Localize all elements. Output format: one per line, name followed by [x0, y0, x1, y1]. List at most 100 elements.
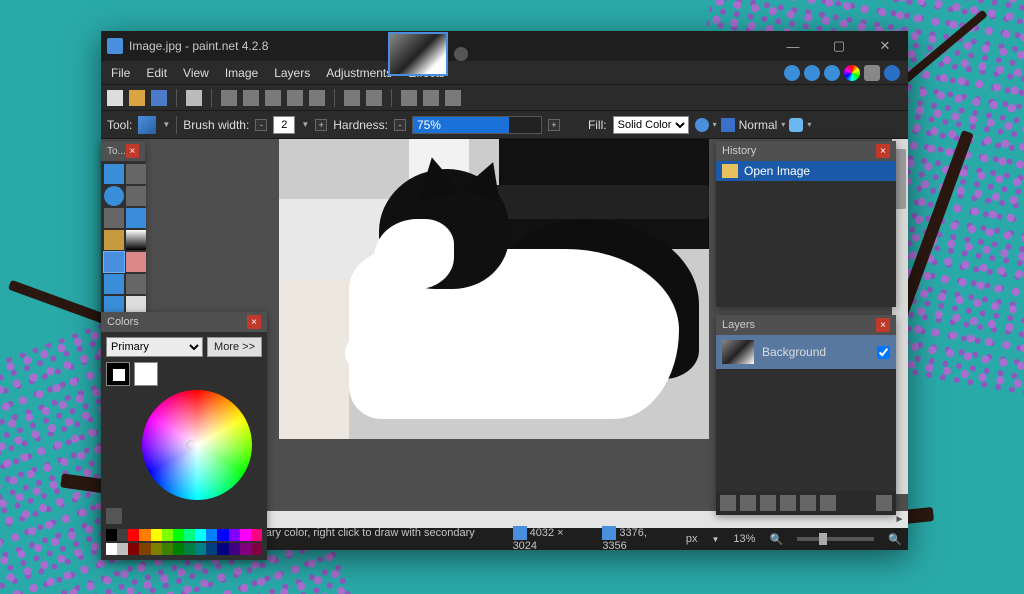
palette-swatch[interactable] — [139, 529, 150, 541]
palette-swatch[interactable] — [117, 543, 128, 555]
tools-panel-close[interactable]: × — [126, 144, 139, 158]
palette-swatch[interactable] — [117, 529, 128, 541]
palette-swatch[interactable] — [206, 529, 217, 541]
move-layer-up-icon[interactable] — [800, 495, 816, 511]
colors-panel[interactable]: Colors× Primary More >> — [101, 312, 267, 560]
pencil-tool[interactable] — [104, 274, 124, 294]
cut-icon[interactable] — [221, 90, 237, 106]
palette-swatch[interactable] — [173, 529, 184, 541]
minimize-button[interactable]: — — [770, 31, 816, 61]
history-panel[interactable]: History× Open Image — [716, 141, 896, 307]
palette-swatch[interactable] — [106, 543, 117, 555]
deselect-icon[interactable] — [309, 90, 325, 106]
move-layer-down-icon[interactable] — [820, 495, 836, 511]
palette-swatch[interactable] — [217, 529, 228, 541]
hardness-plus[interactable]: + — [548, 119, 560, 131]
palette-swatch[interactable] — [162, 529, 173, 541]
history-panel-close[interactable]: × — [876, 144, 890, 158]
palette-swatch[interactable] — [139, 543, 150, 555]
zoom-in-icon[interactable]: 🔍 — [888, 533, 902, 546]
layer-properties-icon[interactable] — [876, 495, 892, 511]
layers-toggle-icon[interactable] — [824, 65, 840, 81]
blend-icon[interactable] — [721, 118, 735, 132]
redo-icon[interactable] — [366, 90, 382, 106]
ruler2-icon[interactable] — [445, 90, 461, 106]
palette-swatch[interactable] — [128, 529, 139, 541]
titlebar[interactable]: Image.jpg - paint.net 4.2.8 — ▢ ✕ — [101, 31, 908, 61]
hardness-slider[interactable]: 75% — [412, 116, 542, 134]
rectangle-select-tool[interactable] — [104, 164, 124, 184]
fill-select[interactable]: Solid Color — [613, 116, 689, 134]
secondary-color-swatch[interactable] — [134, 362, 158, 386]
palette-row-2[interactable] — [106, 543, 262, 555]
palette-swatch[interactable] — [240, 543, 251, 555]
palette-swatch[interactable] — [151, 529, 162, 541]
menu-adjustments[interactable]: Adjustments — [320, 64, 398, 82]
help-icon[interactable] — [884, 65, 900, 81]
palette-swatch[interactable] — [229, 543, 240, 555]
zoom-value[interactable]: 13% — [733, 533, 755, 545]
magic-wand-tool[interactable] — [104, 208, 124, 228]
color-wheel[interactable] — [142, 390, 252, 500]
palette-swatch[interactable] — [229, 529, 240, 541]
layers-panel[interactable]: Layers× Background — [716, 315, 896, 515]
grid-icon[interactable] — [401, 90, 417, 106]
palette-row-1[interactable] — [106, 529, 262, 541]
print-icon[interactable] — [186, 90, 202, 106]
tools-panel[interactable]: To...× — [101, 141, 145, 319]
menu-file[interactable]: File — [105, 64, 136, 82]
history-toggle-icon[interactable] — [804, 65, 820, 81]
palette-swatch[interactable] — [240, 529, 251, 541]
brush-width-input[interactable] — [273, 116, 295, 134]
tools-toggle-icon[interactable] — [784, 65, 800, 81]
undo-icon[interactable] — [344, 90, 360, 106]
shield-icon[interactable] — [454, 47, 468, 61]
canvas-image[interactable] — [279, 139, 709, 439]
zoom-out-icon[interactable]: 🔍 — [769, 533, 783, 546]
primary-color-swatch[interactable] — [106, 362, 130, 386]
layer-item[interactable]: Background — [716, 335, 896, 369]
palette-swatch[interactable] — [106, 529, 117, 541]
palette-swatch[interactable] — [251, 543, 262, 555]
open-icon[interactable] — [129, 90, 145, 106]
palette-swatch[interactable] — [195, 543, 206, 555]
palette-swatch[interactable] — [173, 543, 184, 555]
palette-swatch[interactable] — [151, 543, 162, 555]
menu-view[interactable]: View — [177, 64, 215, 82]
move-selection-tool[interactable] — [126, 164, 146, 184]
eraser-tool[interactable] — [126, 252, 146, 272]
colors-panel-close[interactable]: × — [247, 315, 261, 329]
palette-swatch[interactable] — [206, 543, 217, 555]
settings-gear-icon[interactable] — [864, 65, 880, 81]
paintbrush-tool[interactable] — [104, 252, 124, 272]
paint-bucket-tool[interactable] — [104, 230, 124, 250]
layers-panel-close[interactable]: × — [876, 318, 890, 332]
zoom-tool[interactable] — [126, 208, 146, 228]
duplicate-layer-icon[interactable] — [760, 495, 776, 511]
palette-swatch[interactable] — [184, 529, 195, 541]
copy-icon[interactable] — [243, 90, 259, 106]
lasso-select-tool[interactable] — [104, 186, 124, 206]
unit-select[interactable]: px — [686, 533, 698, 545]
document-thumbnail[interactable] — [388, 32, 448, 76]
palette-swatch[interactable] — [195, 529, 206, 541]
blend-mode-label[interactable]: Normal — [739, 118, 778, 132]
colors-toggle-icon[interactable] — [844, 65, 860, 81]
menu-layers[interactable]: Layers — [268, 64, 316, 82]
merge-down-icon[interactable] — [780, 495, 796, 511]
overwrite-icon[interactable] — [789, 118, 803, 132]
new-icon[interactable] — [107, 90, 123, 106]
delete-layer-icon[interactable] — [740, 495, 756, 511]
close-window-button[interactable]: ✕ — [862, 31, 908, 61]
hardness-minus[interactable]: - — [394, 119, 406, 131]
palette-swatch[interactable] — [184, 543, 195, 555]
brush-width-dropdown[interactable]: ▼ — [301, 120, 309, 129]
menu-image[interactable]: Image — [219, 64, 264, 82]
gradient-tool[interactable] — [126, 230, 146, 250]
crop-icon[interactable] — [287, 90, 303, 106]
zoom-slider[interactable] — [797, 537, 874, 541]
palette-swatch[interactable] — [162, 543, 173, 555]
move-tool[interactable] — [126, 186, 146, 206]
brush-width-plus[interactable]: + — [315, 119, 327, 131]
colors-primary-select[interactable]: Primary — [106, 337, 203, 357]
